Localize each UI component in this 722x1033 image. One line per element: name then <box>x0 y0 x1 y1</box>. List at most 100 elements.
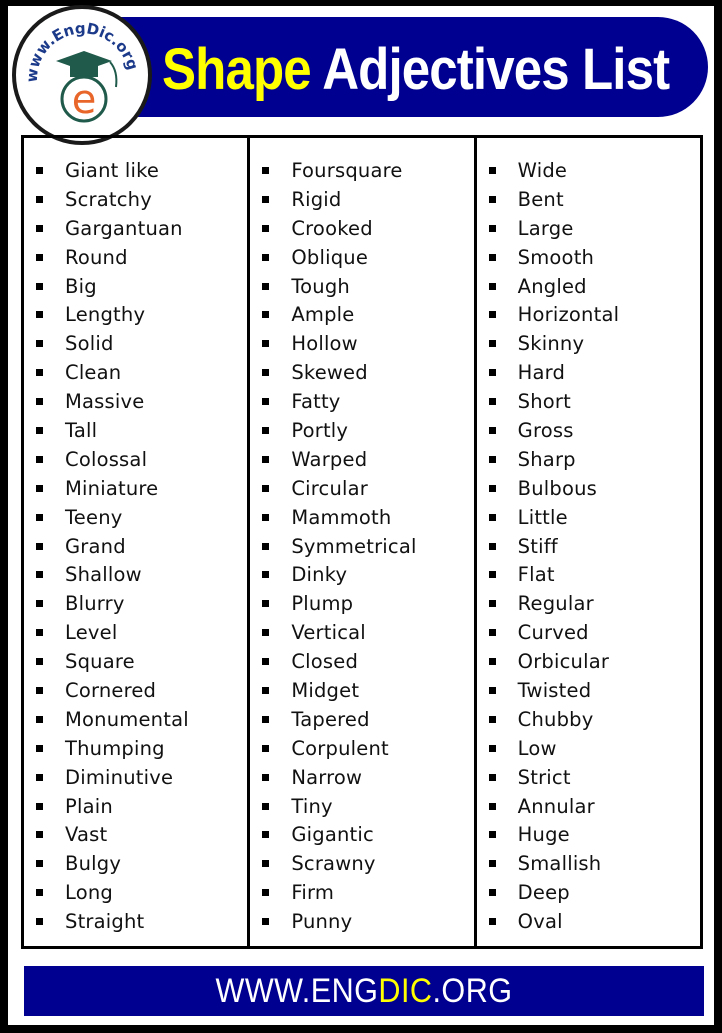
adjective-word: Tall <box>65 418 98 442</box>
adjective-word: Bulbous <box>517 476 598 500</box>
adjective-word: Warped <box>291 447 368 471</box>
list-item: Firm <box>250 878 473 907</box>
list-item: Gigantic <box>250 820 473 849</box>
bullet-icon <box>36 340 43 348</box>
bullet-icon <box>262 658 270 666</box>
list-item: Gargantuan <box>24 214 247 243</box>
bullet-icon <box>488 629 496 637</box>
adjective-word: Sharp <box>517 447 576 471</box>
adjective-word: Strict <box>517 765 571 789</box>
bullet-icon <box>262 571 270 579</box>
adjective-word: Midget <box>291 678 360 702</box>
bullet-icon <box>36 282 43 290</box>
adjective-word: Stiff <box>517 534 558 558</box>
list-item: Plump <box>250 589 473 618</box>
adjective-word: Portly <box>291 418 349 442</box>
bullet-icon <box>488 195 496 203</box>
adjective-word: Oblique <box>291 245 369 269</box>
bullet-icon <box>36 831 43 839</box>
bullet-icon <box>488 253 496 261</box>
adjective-word: Gigantic <box>291 823 374 847</box>
adjective-word: Scrawny <box>291 852 376 876</box>
list-item: Thumping <box>24 734 247 763</box>
adjective-word: Little <box>517 505 568 529</box>
bullet-icon <box>36 686 43 694</box>
list-item: Closed <box>250 647 473 676</box>
bullet-icon <box>488 889 496 897</box>
list-item: Hard <box>477 358 700 387</box>
adjective-word: Grand <box>65 534 126 558</box>
adjective-word: Bulgy <box>65 852 122 876</box>
list-item: Tiny <box>250 792 473 821</box>
bullet-icon <box>36 369 43 377</box>
adjective-word: Circular <box>291 476 369 500</box>
bullet-icon <box>262 455 270 463</box>
bullet-icon <box>262 311 270 319</box>
list-item: Low <box>477 734 700 763</box>
list-item: Square <box>24 647 247 676</box>
list-item: Solid <box>24 329 247 358</box>
logo-e-letter: e <box>72 77 97 123</box>
bullet-icon <box>262 166 270 174</box>
footer-url[interactable]: WWW.ENGDIC.ORG <box>216 972 513 1011</box>
list-item: Lengthy <box>24 300 247 329</box>
footer-url-part1: WWW.ENG <box>215 971 379 1010</box>
adjective-word: Cornered <box>65 678 157 702</box>
bullet-icon <box>262 918 270 926</box>
bullet-icon <box>36 629 43 637</box>
adjective-word: Corpulent <box>291 736 389 760</box>
list-item: Large <box>477 214 700 243</box>
bullet-icon <box>36 542 43 550</box>
adjective-word: Fatty <box>291 390 341 414</box>
adjective-word: Thumping <box>65 736 165 760</box>
bullet-icon <box>36 773 43 781</box>
list-item: Bulbous <box>477 474 700 503</box>
list-item: Crooked <box>250 214 473 243</box>
list-item: Diminutive <box>24 763 247 792</box>
adjective-word: Blurry <box>65 592 125 616</box>
bullet-icon <box>262 744 270 752</box>
adjective-word: Monumental <box>65 707 189 731</box>
bullet-icon <box>262 340 270 348</box>
cap-base <box>70 65 98 77</box>
bullet-icon <box>262 282 270 290</box>
list-item: Rigid <box>250 185 473 214</box>
bullet-icon <box>488 744 496 752</box>
list-item: Teeny <box>24 503 247 532</box>
list-item: Skewed <box>250 358 473 387</box>
list-item: Shallow <box>24 560 247 589</box>
list-item: Oval <box>477 907 700 936</box>
adjective-word: Annular <box>517 794 595 818</box>
adjective-word: Giant like <box>65 158 160 182</box>
list-item: Corpulent <box>250 734 473 763</box>
bullet-icon <box>262 224 270 232</box>
adjective-word: Level <box>65 621 118 645</box>
adjective-word: Firm <box>291 881 335 905</box>
list-item: Plain <box>24 792 247 821</box>
list-item: Chubby <box>477 705 700 734</box>
column-3: Wide Bent Large Smooth Angled Horizontal Skinn… <box>477 138 700 946</box>
bullet-icon <box>488 860 496 868</box>
list-item: Annular <box>477 792 700 821</box>
list-item: Regular <box>477 589 700 618</box>
bullet-icon <box>488 686 496 694</box>
list-item: Stiff <box>477 532 700 561</box>
bullet-icon <box>262 484 270 492</box>
engdic-logo[interactable]: www.EngDic.org e <box>12 5 152 145</box>
list-item: Clean <box>24 358 247 387</box>
list-item: Orbicular <box>477 647 700 676</box>
bullet-icon <box>36 398 43 406</box>
list-item: Smallish <box>477 849 700 878</box>
list-item: Huge <box>477 820 700 849</box>
list-item: Skinny <box>477 329 700 358</box>
footer-url-highlight: DIC <box>378 971 433 1010</box>
adjective-word: Colossal <box>65 447 148 471</box>
bullet-icon <box>488 282 496 290</box>
list-item: Flat <box>477 560 700 589</box>
adjective-word: Regular <box>517 592 594 616</box>
page-title: Shape Adjectives List <box>162 30 670 110</box>
list-item: Ample <box>250 300 473 329</box>
list-item: Colossal <box>24 445 247 474</box>
list-item: Vast <box>24 820 247 849</box>
bullet-icon <box>36 658 43 666</box>
